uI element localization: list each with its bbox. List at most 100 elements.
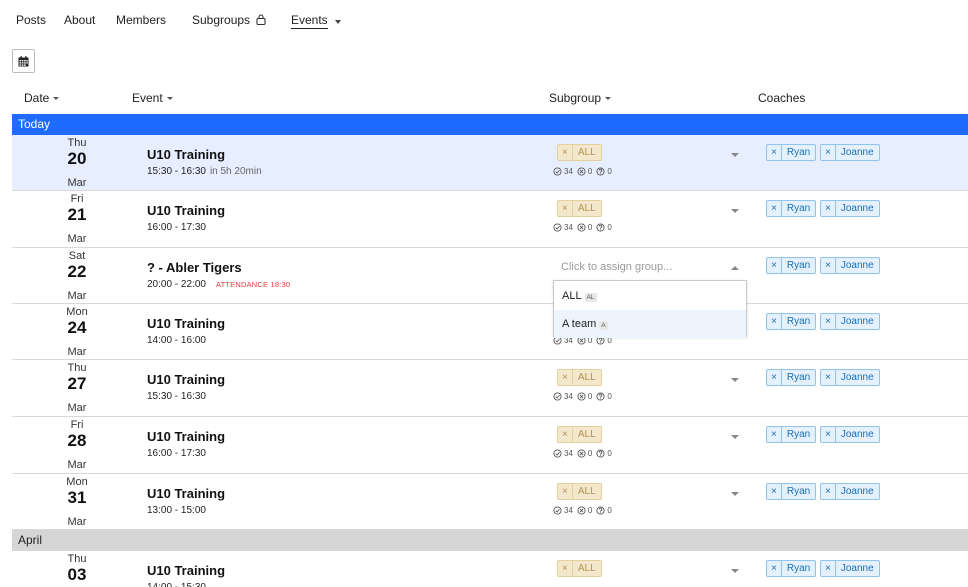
remove-coach-button[interactable]: ×	[821, 201, 836, 216]
remove-coach-button[interactable]: ×	[821, 561, 836, 576]
subgroup-select-placeholder[interactable]: Click to assign group...	[561, 261, 672, 273]
subgroup-tag-label: ALL	[577, 563, 596, 574]
coach-tag: × Joanne	[820, 560, 880, 577]
event-day: 22	[67, 262, 87, 281]
coach-tag: × Ryan	[766, 369, 817, 386]
remove-coach-button[interactable]: ×	[767, 484, 782, 499]
remove-subgroup-button[interactable]: ×	[558, 561, 573, 576]
remove-coach-button[interactable]: ×	[767, 145, 782, 160]
coach-tag-label: Ryan	[786, 316, 811, 327]
event-row[interactable]: Fri 28 Mar U10 Training 16:00 - 17:30 × ALL 34 0…	[12, 417, 968, 474]
remove-coach-button[interactable]: ×	[821, 258, 836, 273]
subgroup-tag-label: ALL	[577, 486, 596, 497]
remove-coach-button[interactable]: ×	[767, 258, 782, 273]
nav-members[interactable]: Members	[116, 13, 166, 27]
coach-tag-label: Joanne	[840, 372, 874, 383]
nav-posts[interactable]: Posts	[16, 13, 46, 27]
chevron-down-icon[interactable]	[731, 492, 739, 496]
remove-coach-button[interactable]: ×	[821, 370, 836, 385]
event-title[interactable]: U10 Training	[147, 486, 225, 501]
chevron-up-icon[interactable]	[731, 266, 739, 270]
question-circle-icon	[596, 223, 605, 232]
coach-tag-label: Ryan	[786, 429, 811, 440]
coach-tag-label: Joanne	[840, 429, 874, 440]
chevron-down-icon[interactable]	[731, 153, 739, 157]
nav-events-label: Events	[291, 13, 328, 27]
event-weekday: Mon	[66, 476, 88, 488]
remove-subgroup-button[interactable]: ×	[558, 370, 573, 385]
event-month: Mar	[67, 233, 87, 245]
x-circle-icon	[577, 223, 586, 232]
chevron-down-icon[interactable]	[731, 209, 739, 213]
col-header-subgroup[interactable]: Subgroup	[549, 91, 612, 105]
attendance-yes-count: 34	[564, 506, 573, 515]
remove-coach-button[interactable]: ×	[767, 427, 782, 442]
chevron-down-icon[interactable]	[731, 569, 739, 573]
event-row[interactable]: Mon 31 Mar U10 Training 13:00 - 15:00 × ALL 34 0…	[12, 474, 968, 530]
event-row[interactable]: Thu03AprU10 Training14:00 - 15:30×ALL×Ry…	[12, 551, 968, 587]
remove-coach-button[interactable]: ×	[821, 314, 836, 329]
coach-tag: × Joanne	[820, 483, 880, 500]
event-row[interactable]: Mon24MarU10 Training14:00 - 16:00×ALL340…	[12, 304, 968, 360]
nav-about[interactable]: About	[64, 13, 95, 27]
subgroup-tag-label: ALL	[577, 372, 596, 383]
remove-coach-button[interactable]: ×	[821, 427, 836, 442]
chevron-down-icon[interactable]	[731, 435, 739, 439]
remove-coach-button[interactable]: ×	[767, 201, 782, 216]
coach-tag-label: Ryan	[786, 203, 811, 214]
event-row[interactable]: Thu 20 Mar U10 Training 15:30 - 16:30 in 5h 2…	[12, 135, 968, 191]
col-header-event[interactable]: Event	[132, 91, 173, 105]
event-weekday: Thu	[67, 362, 87, 374]
event-row[interactable]: Sat 22 Mar ? - Abler Tigers 20:00 - 22:00 ATT…	[12, 248, 968, 304]
col-header-coaches-label: Coaches	[758, 91, 806, 105]
coach-tag-label: Ryan	[786, 147, 811, 158]
event-title[interactable]: U10 Training	[147, 203, 225, 218]
calendar-icon	[18, 55, 29, 66]
event-time: 15:30 - 16:30 in 5h 20min	[147, 166, 262, 177]
subgroup-tag-label: ALL	[577, 203, 596, 214]
remove-coach-button[interactable]: ×	[821, 145, 836, 160]
nav-subgroups[interactable]: Subgroups	[192, 13, 266, 27]
events-dropdown-icon[interactable]	[335, 20, 341, 24]
event-title[interactable]: U10 Training	[147, 372, 225, 387]
event-title[interactable]: U10 Training	[147, 563, 225, 578]
chevron-down-icon[interactable]	[731, 378, 739, 382]
remove-subgroup-button[interactable]: ×	[558, 201, 573, 216]
sort-icon	[166, 97, 173, 100]
dropdown-option-all[interactable]: ALL AL	[554, 282, 746, 310]
attendance-maybe-count: 0	[607, 223, 612, 232]
event-weekday: Fri	[70, 419, 84, 431]
coach-tag-label: Ryan	[786, 486, 811, 497]
coach-tag-label: Joanne	[840, 203, 874, 214]
calendar-view-button[interactable]	[12, 49, 35, 73]
section-today: Today	[12, 114, 968, 135]
subgroup-tag-label: ALL	[577, 147, 596, 158]
event-row[interactable]: Thu 27 Mar U10 Training 15:30 - 16:30 × ALL 34 0…	[12, 360, 968, 417]
remove-coach-button[interactable]: ×	[767, 561, 782, 576]
remove-coach-button[interactable]: ×	[821, 484, 836, 499]
attendance-summary: 34 0 0	[553, 449, 616, 458]
event-title[interactable]: ? - Abler Tigers	[147, 260, 242, 275]
sort-icon	[53, 97, 60, 100]
remove-subgroup-button[interactable]: ×	[558, 145, 573, 160]
dropdown-option-a-team[interactable]: A team A	[554, 310, 746, 338]
event-time-range: 20:00 - 22:00	[147, 279, 206, 290]
remove-subgroup-button[interactable]: ×	[558, 484, 573, 499]
coach-tag-label: Joanne	[840, 486, 874, 497]
check-circle-icon	[553, 223, 562, 232]
col-header-date[interactable]: Date	[24, 91, 60, 105]
event-title[interactable]: U10 Training	[147, 316, 225, 331]
remove-coach-button[interactable]: ×	[767, 370, 782, 385]
check-circle-icon	[553, 392, 562, 401]
attendance-yes-count: 34	[564, 392, 573, 401]
event-time: 16:00 - 17:30	[147, 222, 206, 233]
remove-subgroup-button[interactable]: ×	[558, 427, 573, 442]
event-time-range: 16:00 - 17:30	[147, 222, 206, 233]
event-title[interactable]: U10 Training	[147, 429, 225, 444]
event-weekday: Fri	[70, 193, 84, 205]
nav-events[interactable]: Events	[291, 13, 328, 29]
remove-coach-button[interactable]: ×	[767, 314, 782, 329]
subgroup-tag: × ALL	[557, 200, 602, 217]
event-row[interactable]: Fri 21 Mar U10 Training 16:00 - 17:30 × ALL 34 0…	[12, 191, 968, 248]
event-title[interactable]: U10 Training	[147, 147, 225, 162]
